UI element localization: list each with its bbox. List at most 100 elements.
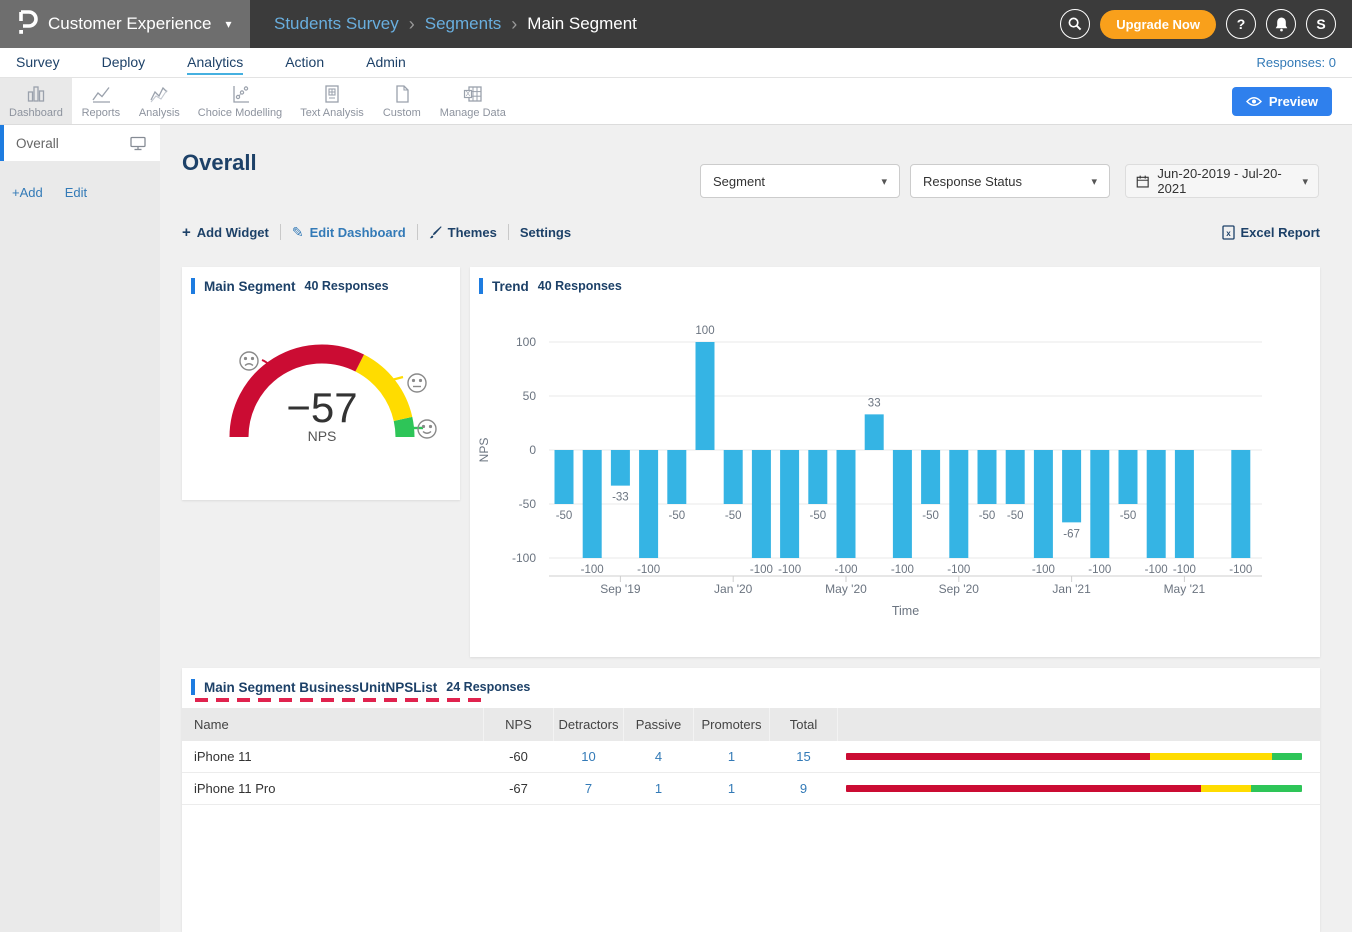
x-tick-label: Jan '21 (1052, 582, 1091, 596)
cell-nps: -60 (484, 741, 554, 772)
bar-value-label: -100 (750, 564, 773, 576)
date-range-picker[interactable]: Jun-20-2019 - Jul-20-2021 ▾ (1125, 164, 1319, 198)
widget-response-count: 24 Responses (446, 680, 530, 694)
settings-button[interactable]: Settings (520, 225, 571, 240)
upgrade-now-button[interactable]: Upgrade Now (1100, 10, 1216, 39)
bar-value-label: -100 (581, 564, 604, 576)
bar-segment-detractors (846, 753, 1150, 760)
y-tick-label: -50 (519, 497, 537, 511)
breadcrumb-survey[interactable]: Students Survey (274, 14, 399, 34)
trend-bar-Jan21 (1062, 450, 1081, 522)
bar-value-label: -100 (778, 564, 801, 576)
nav-survey[interactable]: Survey (16, 50, 60, 75)
trend-bar-Dec20 (1034, 450, 1053, 558)
product-menu[interactable]: Customer Experience ▾ (0, 0, 250, 48)
column-header-promoters: Promoters (694, 708, 770, 741)
bar-value-label: -100 (1229, 564, 1252, 576)
nav-analytics[interactable]: Analytics (187, 50, 243, 75)
bar-value-label: -50 (556, 510, 573, 522)
tool-dashboard[interactable]: Dashboard (0, 78, 72, 124)
tool-custom[interactable]: Custom (373, 78, 431, 124)
themes-button[interactable]: Themes (429, 225, 497, 240)
segment-filter-select[interactable]: Segment ▾ (700, 164, 900, 198)
tool-analysis[interactable]: Analysis (130, 78, 189, 124)
sidebar-edit-link[interactable]: Edit (65, 185, 87, 200)
account-avatar[interactable]: S (1306, 9, 1336, 39)
question-mark-icon: ? (1237, 16, 1246, 32)
divider (508, 224, 509, 240)
preview-button[interactable]: Preview (1232, 87, 1332, 116)
tool-label: Custom (383, 107, 421, 119)
sidebar-add-link[interactable]: +Add (12, 185, 43, 200)
breadcrumb-segments[interactable]: Segments (425, 14, 502, 34)
bar-segment-passive (1150, 753, 1272, 760)
preview-label: Preview (1269, 94, 1318, 109)
bar-value-label: -100 (834, 564, 857, 576)
avatar-initial: S (1316, 16, 1325, 32)
cell-promoters: 1 (694, 773, 770, 804)
top-right-actions: Upgrade Now ? S (1060, 9, 1352, 39)
edit-dashboard-button[interactable]: ✎ Edit Dashboard (292, 224, 406, 241)
eye-icon (1246, 96, 1262, 107)
main-nav: Survey Deploy Analytics Action Admin Res… (0, 48, 1352, 78)
nps-gauge-chart: −57 NPS (182, 300, 460, 500)
search-button[interactable] (1060, 9, 1090, 39)
product-title: Customer Experience (48, 14, 211, 34)
trend-bar-Sep19 (611, 450, 630, 486)
tool-choice-modelling[interactable]: Choice Modelling (189, 78, 291, 124)
help-button[interactable]: ? (1226, 9, 1256, 39)
x-tick-label: Sep '20 (939, 582, 980, 596)
sidebar-item-overall[interactable]: Overall (0, 125, 160, 161)
trend-bar-Sep20 (949, 450, 968, 558)
tool-text-analysis[interactable]: Text Analysis (291, 78, 373, 124)
chevron-down-icon: ▾ (1091, 175, 1097, 188)
column-header-total: Total (770, 708, 838, 741)
bar-value-label: -100 (947, 564, 970, 576)
bar-segment-promoters (1251, 785, 1302, 792)
breadcrumb-separator-icon: › (409, 14, 415, 35)
add-widget-label: Add Widget (197, 225, 269, 240)
nav-admin[interactable]: Admin (366, 50, 406, 75)
tool-label: Analysis (139, 107, 180, 119)
trend-bar-Oct19 (639, 450, 658, 558)
trend-bar-Dec19 (696, 342, 715, 450)
add-widget-button[interactable]: + Add Widget (182, 224, 269, 241)
tool-label: Manage Data (440, 107, 506, 119)
notifications-button[interactable] (1266, 9, 1296, 39)
nav-deploy[interactable]: Deploy (102, 50, 146, 75)
excel-report-button[interactable]: x Excel Report (1222, 225, 1320, 240)
trend-bar-Mar21 (1119, 450, 1138, 504)
nps-trend-chart: 100500-50-100Sep '19Jan '20May '20Sep '2… (470, 297, 1320, 637)
trend-bar-Nov19 (667, 450, 686, 504)
cell-name: iPhone 11 (182, 741, 484, 772)
trend-bar-Oct20 (978, 450, 997, 504)
edit-dashboard-label: Edit Dashboard (310, 225, 406, 240)
title-accent-bar (191, 679, 195, 695)
bar-value-label: -50 (979, 510, 996, 522)
tool-label: Text Analysis (300, 107, 364, 119)
nav-action[interactable]: Action (285, 50, 324, 75)
tool-manage-data[interactable]: X Manage Data (431, 78, 515, 124)
response-status-filter-select[interactable]: Response Status ▾ (910, 164, 1110, 198)
gauge-value-label: NPS (308, 428, 337, 444)
table-header-row: NameNPSDetractorsPassivePromotersTotal (182, 708, 1320, 741)
table-row: iPhone 11-60104115 (182, 741, 1320, 773)
dashboard-sidebar: Overall +Add Edit (0, 125, 160, 932)
column-header-distribution (838, 708, 1320, 741)
y-tick-label: 50 (523, 389, 537, 403)
y-tick-label: -100 (512, 551, 536, 565)
sidebar-item-label: Overall (16, 136, 59, 151)
x-tick-label: Sep '19 (600, 582, 641, 596)
trend-bar-Jul19 (555, 450, 574, 504)
bar-value-label: -50 (725, 510, 742, 522)
gauge-value: −57 (286, 384, 357, 431)
widget-title: Trend 40 Responses (470, 267, 1320, 294)
pencil-icon: ✎ (292, 224, 304, 241)
cell-detractors: 10 (554, 741, 624, 772)
table-row: iPhone 11 Pro-677119 (182, 773, 1320, 805)
bar-value-label: -50 (922, 510, 939, 522)
analytics-toolbar: Dashboard Reports Analysis Choice Modell… (0, 78, 1352, 125)
bar-value-label: -100 (1032, 564, 1055, 576)
tool-reports[interactable]: Reports (72, 78, 130, 124)
brush-icon (429, 225, 442, 239)
